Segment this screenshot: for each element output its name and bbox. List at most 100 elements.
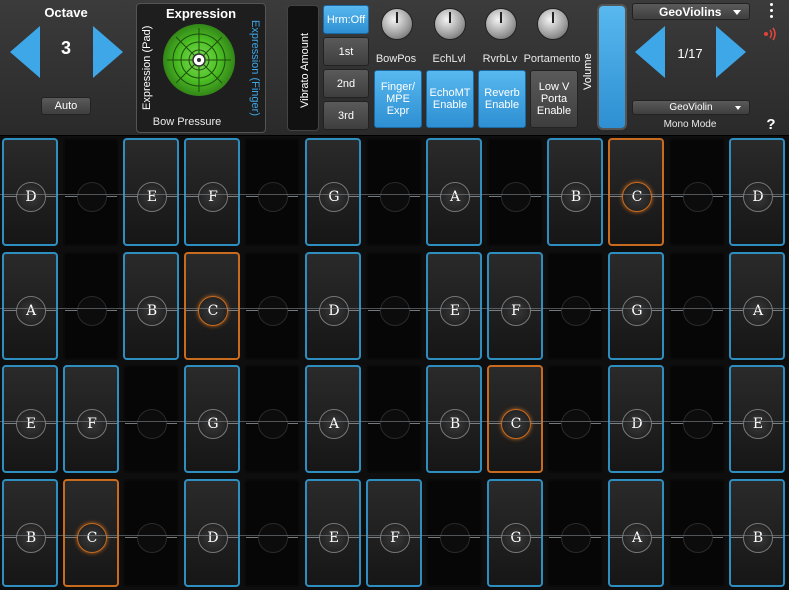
- chevron-down-icon: [733, 10, 741, 15]
- expression-pad[interactable]: Expression Expression (Pad) Expression (…: [136, 3, 266, 133]
- note-cell[interactable]: [366, 252, 422, 360]
- volume-label: Volume: [582, 53, 594, 90]
- note-cell[interactable]: B: [729, 479, 785, 587]
- harmonics-2nd-button[interactable]: 2nd: [323, 69, 369, 98]
- note-cell[interactable]: A: [305, 365, 361, 473]
- note-label: C: [501, 409, 531, 439]
- note-label: [561, 523, 591, 553]
- reverb-enable-toggle[interactable]: Reverb Enable: [478, 70, 526, 128]
- note-cell[interactable]: F: [63, 365, 119, 473]
- note-cell[interactable]: [547, 252, 603, 360]
- note-cell[interactable]: D: [2, 138, 58, 246]
- note-label: [683, 523, 713, 553]
- note-cell[interactable]: E: [426, 252, 482, 360]
- harmonics-1st-button[interactable]: 1st: [323, 37, 369, 66]
- note-cell[interactable]: G: [487, 479, 543, 587]
- echlvl-knob[interactable]: [434, 8, 466, 40]
- note-label: F: [380, 523, 410, 553]
- note-cell[interactable]: D: [184, 479, 240, 587]
- preset-name: GeoViolins: [659, 4, 722, 19]
- octave-up-arrow-icon[interactable]: [93, 26, 123, 78]
- note-cell[interactable]: A: [2, 252, 58, 360]
- echomt-enable-toggle[interactable]: EchoMT Enable: [426, 70, 474, 128]
- octave-title: Octave: [44, 5, 88, 20]
- harmonics-3rd-button[interactable]: 3rd: [323, 101, 369, 130]
- note-cell[interactable]: A: [729, 252, 785, 360]
- note-cell[interactable]: B: [123, 252, 179, 360]
- note-cell[interactable]: B: [547, 138, 603, 246]
- sub-preset-dropdown[interactable]: GeoViolin: [632, 100, 750, 115]
- note-cell[interactable]: [244, 365, 300, 473]
- note-cell[interactable]: F: [184, 138, 240, 246]
- note-cell[interactable]: [669, 365, 725, 473]
- note-cell[interactable]: C: [608, 138, 664, 246]
- note-cell[interactable]: [669, 138, 725, 246]
- note-cell[interactable]: [123, 479, 179, 587]
- control-panel: Octave 3 Auto Expression Expression (Pad…: [0, 0, 789, 136]
- note-label: B: [561, 182, 591, 212]
- note-cell[interactable]: [244, 138, 300, 246]
- preset-next-arrow-icon[interactable]: [716, 26, 746, 78]
- note-cell[interactable]: C: [63, 479, 119, 587]
- note-cell[interactable]: E: [2, 365, 58, 473]
- vertical-dots-icon[interactable]: [765, 2, 777, 18]
- preset-dropdown[interactable]: GeoViolins: [632, 3, 750, 20]
- note-cell[interactable]: [487, 138, 543, 246]
- bowpos-label: BowPos: [375, 53, 417, 65]
- preset-prev-arrow-icon[interactable]: [635, 26, 665, 78]
- harmonics-off-button[interactable]: Hrm:Off: [323, 5, 369, 34]
- portamento-label: Portamento: [523, 53, 581, 65]
- note-cell[interactable]: [244, 479, 300, 587]
- note-cell[interactable]: [669, 479, 725, 587]
- note-label: A: [622, 523, 652, 553]
- note-label: [380, 296, 410, 326]
- note-cell[interactable]: C: [184, 252, 240, 360]
- note-cell[interactable]: D: [608, 365, 664, 473]
- note-cell[interactable]: B: [2, 479, 58, 587]
- note-cell[interactable]: B: [426, 365, 482, 473]
- portamento-knob[interactable]: [537, 8, 569, 40]
- volume-slider[interactable]: [597, 4, 627, 130]
- note-cell[interactable]: [426, 479, 482, 587]
- octave-down-arrow-icon[interactable]: [10, 26, 40, 78]
- note-cell[interactable]: G: [608, 252, 664, 360]
- note-cell[interactable]: D: [729, 138, 785, 246]
- finger-mpe-expr-toggle[interactable]: Finger/ MPE Expr: [374, 70, 422, 128]
- mono-mode-label: Mono Mode: [663, 119, 717, 130]
- sub-preset-name: GeoViolin: [669, 102, 713, 113]
- note-cell[interactable]: [366, 138, 422, 246]
- note-cell[interactable]: E: [305, 479, 361, 587]
- low-v-porta-enable-toggle[interactable]: Low V Porta Enable: [530, 70, 578, 128]
- note-cell[interactable]: G: [184, 365, 240, 473]
- note-cell[interactable]: [669, 252, 725, 360]
- auto-octave-button[interactable]: Auto: [41, 97, 91, 115]
- note-cell[interactable]: A: [426, 138, 482, 246]
- note-cell[interactable]: A: [608, 479, 664, 587]
- note-cell[interactable]: G: [305, 138, 361, 246]
- note-cell[interactable]: [244, 252, 300, 360]
- note-cell[interactable]: F: [487, 252, 543, 360]
- note-label: [258, 182, 288, 212]
- note-cell[interactable]: [63, 252, 119, 360]
- note-label: F: [501, 296, 531, 326]
- note-cell[interactable]: E: [729, 365, 785, 473]
- note-label: E: [16, 409, 46, 439]
- note-cell[interactable]: F: [366, 479, 422, 587]
- note-cell[interactable]: [366, 365, 422, 473]
- note-cell[interactable]: E: [123, 138, 179, 246]
- note-cell[interactable]: D: [305, 252, 361, 360]
- note-cell[interactable]: [547, 365, 603, 473]
- note-label: [258, 296, 288, 326]
- note-cell[interactable]: [123, 365, 179, 473]
- rvrblv-knob[interactable]: [485, 8, 517, 40]
- note-cell[interactable]: [63, 138, 119, 246]
- note-cell[interactable]: [547, 479, 603, 587]
- note-cell[interactable]: C: [487, 365, 543, 473]
- note-label: [440, 523, 470, 553]
- preset-position: 1/17: [677, 46, 703, 61]
- expression-pad-label: Expression (Pad): [141, 25, 153, 110]
- rvrblv-label: RvrbLv: [482, 53, 518, 65]
- bowpos-knob[interactable]: [381, 8, 413, 40]
- note-label: [137, 409, 167, 439]
- help-button[interactable]: ?: [763, 116, 779, 133]
